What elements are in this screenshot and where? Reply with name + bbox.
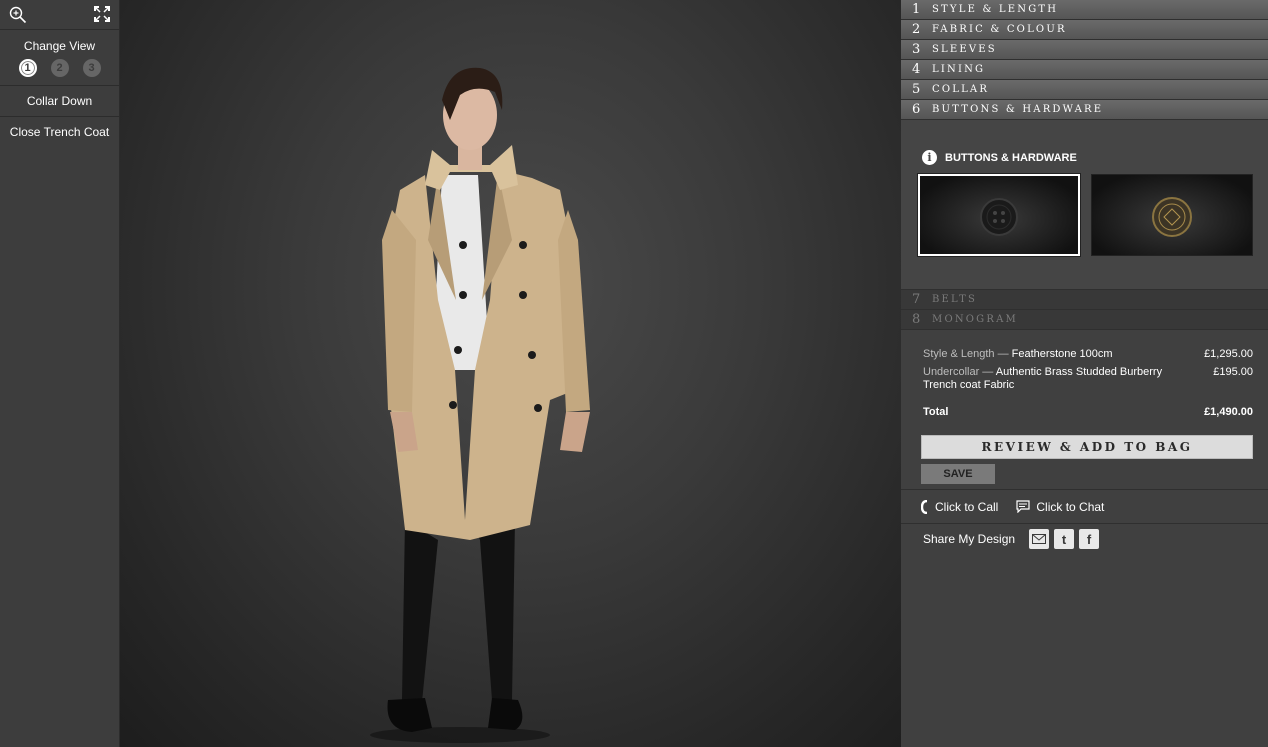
- share-row: Share My Design t f: [901, 524, 1268, 554]
- share-label: Share My Design: [923, 532, 1016, 546]
- summary-line: Style & Length — Featherstone 100cm £1,2…: [923, 348, 1253, 361]
- share-icons: t f: [1029, 529, 1100, 549]
- step-number: 7: [912, 292, 921, 307]
- model-image: [370, 67, 590, 743]
- step-label: Fabric & Colour: [932, 24, 1067, 35]
- save-button[interactable]: SAVE: [921, 464, 995, 484]
- view-1-button[interactable]: 1: [18, 59, 37, 77]
- phone-icon: [921, 499, 928, 514]
- options-panel: 1 Style & Length 2 Fabric & Colour 3 Sleeve…: [901, 0, 1268, 747]
- view-sidebar: Change View 1 2 3 Collar Down Close Tren…: [0, 0, 120, 747]
- step-label: Buttons & Hardware: [932, 104, 1104, 115]
- step-monogram[interactable]: 8 Monogram: [901, 310, 1268, 330]
- button-option-brass[interactable]: [1091, 174, 1253, 256]
- summary-price: £195.00: [1213, 366, 1253, 378]
- change-view-label: Change View: [23, 39, 96, 53]
- step-buttons-hardware[interactable]: 6 Buttons & Hardware: [901, 100, 1268, 120]
- click-to-chat-label: Click to Chat: [1036, 499, 1105, 514]
- dark-button-image: [980, 198, 1018, 236]
- facebook-icon[interactable]: f: [1079, 529, 1100, 549]
- step-style-length[interactable]: 1 Style & Length: [901, 0, 1268, 20]
- contact-row: Click to Call Click to Chat: [901, 490, 1268, 524]
- chat-icon: [1016, 500, 1030, 513]
- step-number: 4: [912, 62, 921, 77]
- step-number: 1: [912, 2, 921, 17]
- step-label: Lining: [932, 64, 986, 75]
- close-trench-coat-button[interactable]: Close Trench Coat: [0, 117, 119, 148]
- step-fabric-colour[interactable]: 2 Fabric & Colour: [901, 20, 1268, 40]
- total-price: £1,490.00: [1204, 406, 1253, 418]
- step-number: 6: [912, 102, 921, 117]
- total-label: Total: [923, 406, 949, 418]
- step-lining[interactable]: 4 Lining: [901, 60, 1268, 80]
- summary-value: Featherstone 100cm: [1011, 348, 1113, 360]
- summary-key: Style & Length —: [923, 348, 1009, 360]
- step-label: Sleeves: [932, 44, 997, 55]
- panel-header: i BUTTONS & HARDWARE: [922, 150, 1077, 165]
- summary-key: Undercollar —: [923, 366, 994, 378]
- zoom-icon[interactable]: [9, 6, 27, 24]
- fullscreen-icon[interactable]: [94, 6, 110, 22]
- step-number: 5: [912, 82, 921, 97]
- step-number: 8: [912, 312, 921, 327]
- step-label: Belts: [932, 294, 977, 305]
- review-add-to-bag-button[interactable]: Review & Add to Bag: [921, 435, 1253, 459]
- buttons-hardware-panel: i BUTTONS & HARDWARE: [901, 120, 1268, 290]
- panel-title: BUTTONS & HARDWARE: [945, 151, 1077, 164]
- view-selector: 1 2 3: [0, 59, 119, 77]
- view-2-button[interactable]: 2: [50, 59, 69, 77]
- step-number: 2: [912, 22, 921, 37]
- click-to-call-label: Click to Call: [935, 499, 999, 514]
- summary-price: £1,295.00: [1204, 348, 1253, 360]
- email-icon[interactable]: [1029, 529, 1050, 549]
- click-to-chat-link[interactable]: Click to Chat: [1016, 500, 1104, 514]
- brass-button-image: [1152, 197, 1192, 237]
- change-view: Change View 1 2 3: [0, 30, 119, 86]
- summary-line: Undercollar — Authentic Brass Studded Bu…: [923, 366, 1173, 392]
- collar-down-button[interactable]: Collar Down: [0, 86, 119, 117]
- view-toolbar: [0, 0, 119, 30]
- view-3-button[interactable]: 3: [82, 59, 101, 77]
- model-stage: [120, 0, 901, 747]
- step-sleeves[interactable]: 3 Sleeves: [901, 40, 1268, 60]
- button-option-dark-horn[interactable]: [918, 174, 1080, 256]
- step-number: 3: [912, 42, 921, 57]
- step-label: Style & Length: [932, 4, 1059, 15]
- step-label: Collar: [932, 84, 990, 95]
- summary-total: Total £1,490.00: [923, 406, 1253, 418]
- click-to-call-link[interactable]: Click to Call: [921, 499, 999, 514]
- twitter-icon[interactable]: t: [1054, 529, 1075, 549]
- step-belts[interactable]: 7 Belts: [901, 290, 1268, 310]
- order-summary: Style & Length — Featherstone 100cm £1,2…: [901, 330, 1268, 490]
- step-label: Monogram: [932, 314, 1018, 325]
- info-icon[interactable]: i: [922, 150, 937, 165]
- configurator-page: Change View 1 2 3 Collar Down Close Tren…: [0, 0, 1268, 747]
- step-collar[interactable]: 5 Collar: [901, 80, 1268, 100]
